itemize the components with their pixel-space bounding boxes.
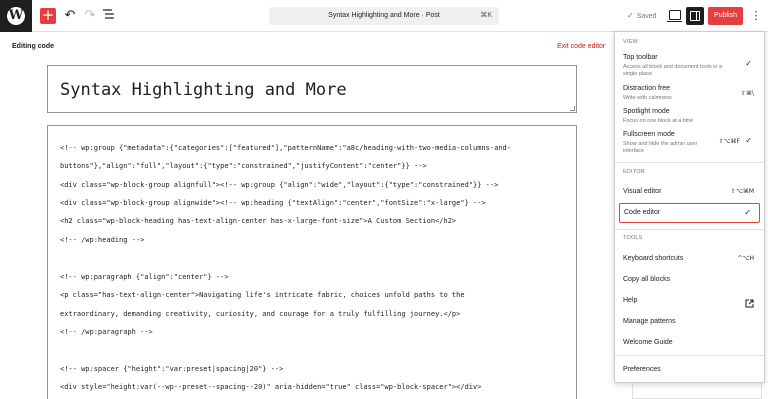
menu-item-description: Show and hide the admin user interface <box>623 141 698 154</box>
menu-item-description: Write with calmness <box>623 95 672 101</box>
menu-item-label: Fullscreen mode <box>623 131 675 138</box>
menu-divider <box>615 162 764 163</box>
menu-item-copy-all-blocks[interactable]: Copy all blocks <box>615 270 764 290</box>
menu-item-keyboard-shortcuts[interactable]: Keyboard shortcuts ^⌥H <box>615 249 764 269</box>
menu-item-label: Distraction free <box>623 85 671 92</box>
post-title: Syntax Highlighting and More <box>60 80 347 100</box>
menu-item-shortcut: ^⌥H <box>737 255 754 262</box>
code-line: <div class="wp-block-group alignfull"><!… <box>60 181 499 189</box>
code-line: <div style="height:var(--wp--preset--spa… <box>60 383 482 391</box>
menu-item-top-toolbar[interactable]: Top toolbar Access all block and documen… <box>615 52 764 80</box>
code-line: <h2 class="wp-block-heading has-text-ali… <box>60 217 457 225</box>
settings-toggle-button[interactable] <box>686 7 704 25</box>
add-block-button[interactable]: + <box>40 8 56 24</box>
code-line: <!-- wp:spacer {"height":"var:preset|spa… <box>60 365 284 373</box>
menu-item-label: Welcome Guide <box>623 339 673 346</box>
code-line: <!-- wp:paragraph {"align":"center"} --> <box>60 273 229 281</box>
command-palette-shortcut: ⌘K <box>480 12 492 19</box>
menu-item-shortcut: ⇧⌥⌘F <box>718 138 740 145</box>
menu-item-label: Keyboard shortcuts <box>623 255 684 262</box>
menu-divider <box>615 229 764 230</box>
menu-item-label: Code editor <box>624 209 661 216</box>
document-title-bar[interactable]: Syntax Highlighting and More · Post ⌘K <box>269 7 499 25</box>
menu-item-label: Top toolbar <box>623 54 658 61</box>
code-editor-textarea[interactable]: <!-- wp:group {"metadata":{"categories":… <box>47 125 577 399</box>
exit-code-editor-button[interactable]: Exit code editor <box>557 43 605 50</box>
preview-icon[interactable] <box>667 10 682 22</box>
editor-section-heading: Editor <box>623 169 645 175</box>
saved-status: ✓ Saved <box>627 11 657 20</box>
wordpress-logo-icon[interactable]: W <box>0 0 32 32</box>
menu-item-welcome-guide[interactable]: Welcome Guide <box>615 333 764 353</box>
code-line: <div class="wp-block-group alignwide"><!… <box>60 199 486 207</box>
check-icon: ✓ <box>745 136 752 145</box>
check-icon: ✓ <box>745 59 752 68</box>
menu-item-code-editor[interactable]: Code editor ✓ <box>619 203 760 223</box>
publish-button[interactable]: Publish <box>708 7 743 25</box>
menu-item-distraction-free[interactable]: Distraction free Write with calmness ⇧⌘\ <box>615 83 764 103</box>
document-title: Syntax Highlighting and More · Post <box>328 12 440 19</box>
sidebar-icon <box>690 11 700 21</box>
options-menu-button[interactable]: ⋮ <box>750 8 762 24</box>
code-line: <p class="has-text-align-center">Navigat… <box>60 291 465 299</box>
tools-section-heading: Tools <box>623 235 643 241</box>
menu-item-description: Access all block and document tools in a… <box>623 64 723 77</box>
menu-item-shortcut: ⇧⌥⌘M <box>730 188 754 195</box>
menu-item-description: Focus on one block at a time <box>623 118 694 124</box>
menu-divider <box>615 355 764 356</box>
code-line: <!-- /wp:heading --> <box>60 236 145 244</box>
post-title-textarea[interactable]: Syntax Highlighting and More <box>47 65 577 113</box>
code-line: <!-- /wp:paragraph --> <box>60 328 153 336</box>
check-icon: ✓ <box>744 208 751 217</box>
code-line: buttons"},"align":"full","layout":{"type… <box>60 162 427 170</box>
menu-item-label: Copy all blocks <box>623 276 671 283</box>
top-toolbar: W + ↶ ↷ Syntax Highlighting and More · P… <box>0 0 768 32</box>
editing-code-label: Editing code <box>12 43 54 50</box>
menu-item-manage-patterns[interactable]: Manage patterns <box>615 312 764 332</box>
resize-handle-icon[interactable] <box>570 106 575 111</box>
external-link-icon <box>745 295 754 313</box>
menu-item-label: Help <box>623 297 638 304</box>
menu-item-visual-editor[interactable]: Visual editor ⇧⌥⌘M <box>615 182 764 202</box>
menu-item-shortcut: ⇧⌘\ <box>740 90 754 97</box>
menu-item-help[interactable]: Help <box>615 291 764 311</box>
view-section-heading: View <box>623 39 638 45</box>
menu-item-preferences[interactable]: Preferences <box>615 362 764 382</box>
check-icon: ✓ <box>627 11 634 20</box>
menu-item-label: Preferences <box>623 366 661 373</box>
undo-icon[interactable]: ↶ <box>62 8 78 24</box>
saved-label: Saved <box>636 13 657 20</box>
redo-icon[interactable]: ↷ <box>82 8 98 24</box>
options-dropdown-menu: View Top toolbar Access all block and do… <box>614 31 765 383</box>
menu-item-label: Manage patterns <box>623 318 676 325</box>
document-overview-icon[interactable] <box>101 8 117 24</box>
code-line: extraordinary, demanding creativity, cur… <box>60 310 461 318</box>
code-line: <!-- wp:group {"metadata":{"categories":… <box>60 144 511 152</box>
menu-item-label: Spotlight mode <box>623 108 670 115</box>
menu-item-spotlight-mode[interactable]: Spotlight mode Focus on one block at a t… <box>615 106 764 126</box>
menu-item-label: Visual editor <box>623 188 662 195</box>
menu-item-fullscreen-mode[interactable]: Fullscreen mode Show and hide the admin … <box>615 129 764 157</box>
